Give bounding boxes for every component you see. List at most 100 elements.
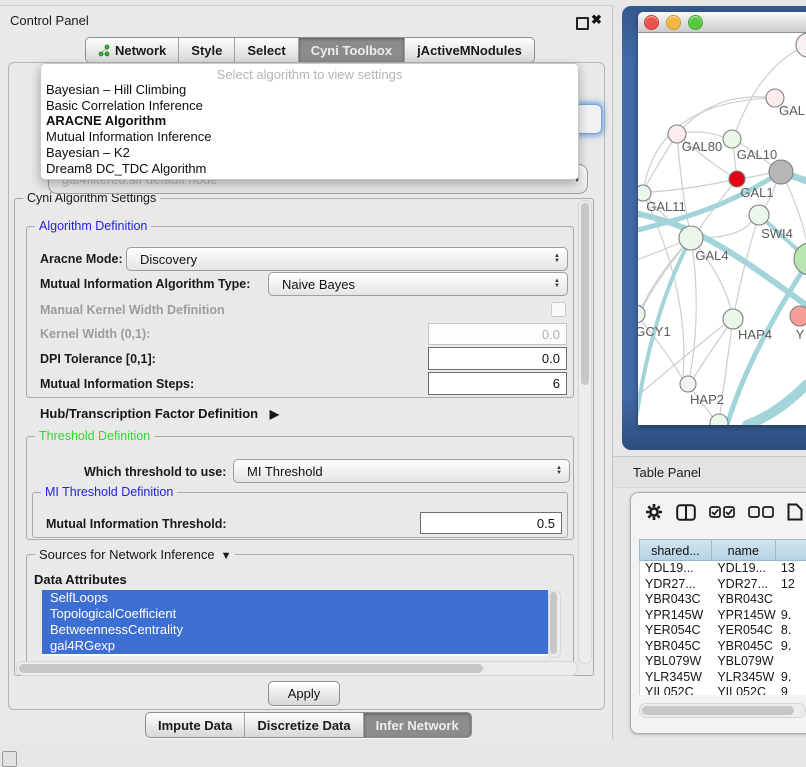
table-window: shared...name YDL19...YDL19...13YDR27...… bbox=[630, 492, 806, 734]
tab-style[interactable]: Style bbox=[178, 38, 234, 62]
manual-kernel-checkbox[interactable] bbox=[551, 302, 566, 317]
table-row[interactable]: YIL052CYIL052C9 bbox=[640, 685, 806, 695]
dropdown-item[interactable]: Mutual Information Inference bbox=[41, 129, 578, 145]
sources-group-title[interactable]: Sources for Network Inference▼ bbox=[35, 547, 235, 562]
which-threshold-combo[interactable]: MI Threshold ▲▼ bbox=[233, 459, 570, 483]
table-row[interactable]: YDR27...YDR27...12 bbox=[640, 577, 806, 593]
attribute-list-item[interactable]: TopologicalCoefficient bbox=[42, 606, 548, 622]
which-threshold-label: Which threshold to use: bbox=[84, 465, 226, 479]
table-row[interactable]: YBR043CYBR043C bbox=[640, 592, 806, 608]
table-cell bbox=[776, 592, 806, 608]
tab-label: Style bbox=[191, 43, 222, 58]
bottom-tab-impute-data[interactable]: Impute Data bbox=[146, 713, 244, 737]
unchecked-checkboxes-icon[interactable] bbox=[748, 506, 774, 518]
attribute-list-item[interactable]: gal4RGexp bbox=[42, 638, 548, 654]
network-node[interactable] bbox=[710, 414, 728, 425]
table-column-header[interactable] bbox=[776, 539, 806, 561]
mi-threshold-label: Mutual Information Threshold: bbox=[46, 517, 227, 531]
table-row[interactable]: YBR045CYBR045C9. bbox=[640, 639, 806, 655]
close-traffic-light[interactable] bbox=[644, 15, 659, 30]
mi-threshold-field[interactable]: 0.5 bbox=[420, 512, 562, 534]
mi-steps-field[interactable]: 6 bbox=[428, 372, 567, 395]
network-node-y[interactable] bbox=[790, 306, 806, 326]
sources-title-text: Sources for Network Inference bbox=[39, 547, 215, 562]
close-panel-icon[interactable]: ✖ bbox=[591, 12, 602, 28]
algorithm-dropdown-popup: Select algorithm to view settings Bayesi… bbox=[40, 63, 579, 180]
table-cell: YPR145W bbox=[712, 608, 776, 624]
settings-horizontal-scrollbar[interactable] bbox=[16, 661, 578, 676]
network-window-titlebar[interactable] bbox=[638, 12, 806, 33]
bottom-left-partial-icon[interactable] bbox=[2, 751, 17, 767]
network-node[interactable] bbox=[769, 160, 793, 184]
network-node-hap2[interactable] bbox=[680, 376, 696, 392]
table-cell: 8. bbox=[776, 623, 806, 639]
network-node-hap4[interactable] bbox=[723, 309, 743, 329]
gear-icon[interactable] bbox=[645, 503, 663, 521]
node-label: Y bbox=[796, 327, 805, 342]
tab-network[interactable]: Network bbox=[86, 38, 178, 62]
spinner-arrows-icon: ▲▼ bbox=[554, 254, 560, 264]
table-row[interactable]: YPR145WYPR145W9. bbox=[640, 608, 806, 624]
tab-cyni-toolbox[interactable]: Cyni Toolbox bbox=[298, 38, 404, 62]
node-label: HAP2 bbox=[690, 392, 724, 407]
dropdown-item[interactable]: ARACNE Algorithm bbox=[41, 113, 578, 129]
checked-checkboxes-icon[interactable] bbox=[709, 506, 735, 518]
table-cell: 9. bbox=[776, 608, 806, 624]
split-columns-icon[interactable] bbox=[676, 504, 696, 521]
network-node-gcy1[interactable] bbox=[638, 305, 645, 323]
table-panel-header: Table Panel bbox=[613, 456, 806, 488]
table-toolbar bbox=[645, 503, 803, 521]
table-cell: YIL052C bbox=[712, 685, 776, 695]
dropdown-item[interactable]: Basic Correlation Inference bbox=[41, 98, 578, 114]
table-row[interactable]: YLR345WYLR345W9. bbox=[640, 670, 806, 686]
dropdown-prompt: Select algorithm to view settings bbox=[41, 64, 578, 82]
table-cell: YBR043C bbox=[712, 592, 776, 608]
network-node[interactable] bbox=[796, 33, 806, 57]
tab-label: jActiveMNodules bbox=[417, 43, 522, 58]
table-row[interactable]: YBL079WYBL079W bbox=[640, 654, 806, 670]
tab-label: Discretize Data bbox=[257, 718, 350, 733]
settings-vertical-scrollbar[interactable] bbox=[578, 200, 592, 664]
table-cell: YPR145W bbox=[640, 608, 712, 624]
tab-jactivemnodules[interactable]: jActiveMNodules bbox=[404, 38, 534, 62]
network-canvas[interactable]: GALGAL80GAL10GAL1GAL11SWI4GAL4GCY1HAP4YH… bbox=[638, 33, 806, 425]
spinner-arrows-icon: ▲▼ bbox=[556, 466, 562, 476]
dropdown-item[interactable]: Bayesian – Hill Climbing bbox=[41, 82, 578, 98]
kernel-width-field[interactable]: 0.0 bbox=[428, 323, 567, 345]
network-edge-thick bbox=[747, 385, 806, 425]
bottom-tab-infer-network[interactable]: Infer Network bbox=[363, 713, 471, 737]
tab-select[interactable]: Select bbox=[234, 38, 297, 62]
tab-label: Network bbox=[115, 43, 166, 58]
table-row[interactable]: YER054CYER054C8. bbox=[640, 623, 806, 639]
table-row[interactable]: YDL19...YDL19...13 bbox=[640, 561, 806, 577]
network-node-gal10[interactable] bbox=[723, 130, 741, 148]
table-cell: YDL19... bbox=[712, 561, 776, 577]
float-panel-icon[interactable] bbox=[576, 17, 589, 30]
aracne-mode-combo[interactable]: Discovery ▲▼ bbox=[126, 247, 568, 271]
minimize-traffic-light[interactable] bbox=[666, 15, 681, 30]
threshold-definition-title: Threshold Definition bbox=[35, 429, 154, 443]
mi-type-combo[interactable]: Naive Bayes ▲▼ bbox=[268, 272, 568, 296]
attribute-list-item[interactable]: BetweennessCentrality bbox=[42, 622, 548, 638]
table-cell: YBR045C bbox=[640, 639, 712, 655]
zoom-traffic-light[interactable] bbox=[688, 15, 703, 30]
network-node-gal4[interactable] bbox=[679, 226, 703, 250]
table-horizontal-scrollbar[interactable] bbox=[639, 703, 806, 718]
attribute-list-scrollbar[interactable] bbox=[548, 590, 561, 658]
table-cell bbox=[776, 654, 806, 670]
hub-definition-toggle[interactable]: Hub/Transcription Factor Definition ▶ bbox=[40, 406, 279, 421]
bottom-tab-discretize-data[interactable]: Discretize Data bbox=[244, 713, 362, 737]
table-column-header[interactable]: shared... bbox=[639, 539, 712, 561]
network-node-swi4[interactable] bbox=[749, 205, 769, 225]
hub-definition-label: Hub/Transcription Factor Definition bbox=[40, 406, 258, 421]
dropdown-item[interactable]: Bayesian – K2 bbox=[41, 145, 578, 161]
dpi-tolerance-field[interactable]: 0.0 bbox=[428, 347, 567, 370]
table-column-header[interactable]: name bbox=[712, 539, 776, 561]
attribute-list-item[interactable]: SelfLoops bbox=[42, 590, 548, 606]
table-header-row: shared...name bbox=[639, 539, 806, 561]
table-cell: 12 bbox=[776, 577, 806, 593]
table-cell: YLR345W bbox=[640, 670, 712, 686]
document-icon[interactable] bbox=[787, 503, 803, 521]
apply-button[interactable]: Apply bbox=[268, 681, 340, 706]
dropdown-item[interactable]: Dream8 DC_TDC Algorithm bbox=[41, 161, 578, 177]
